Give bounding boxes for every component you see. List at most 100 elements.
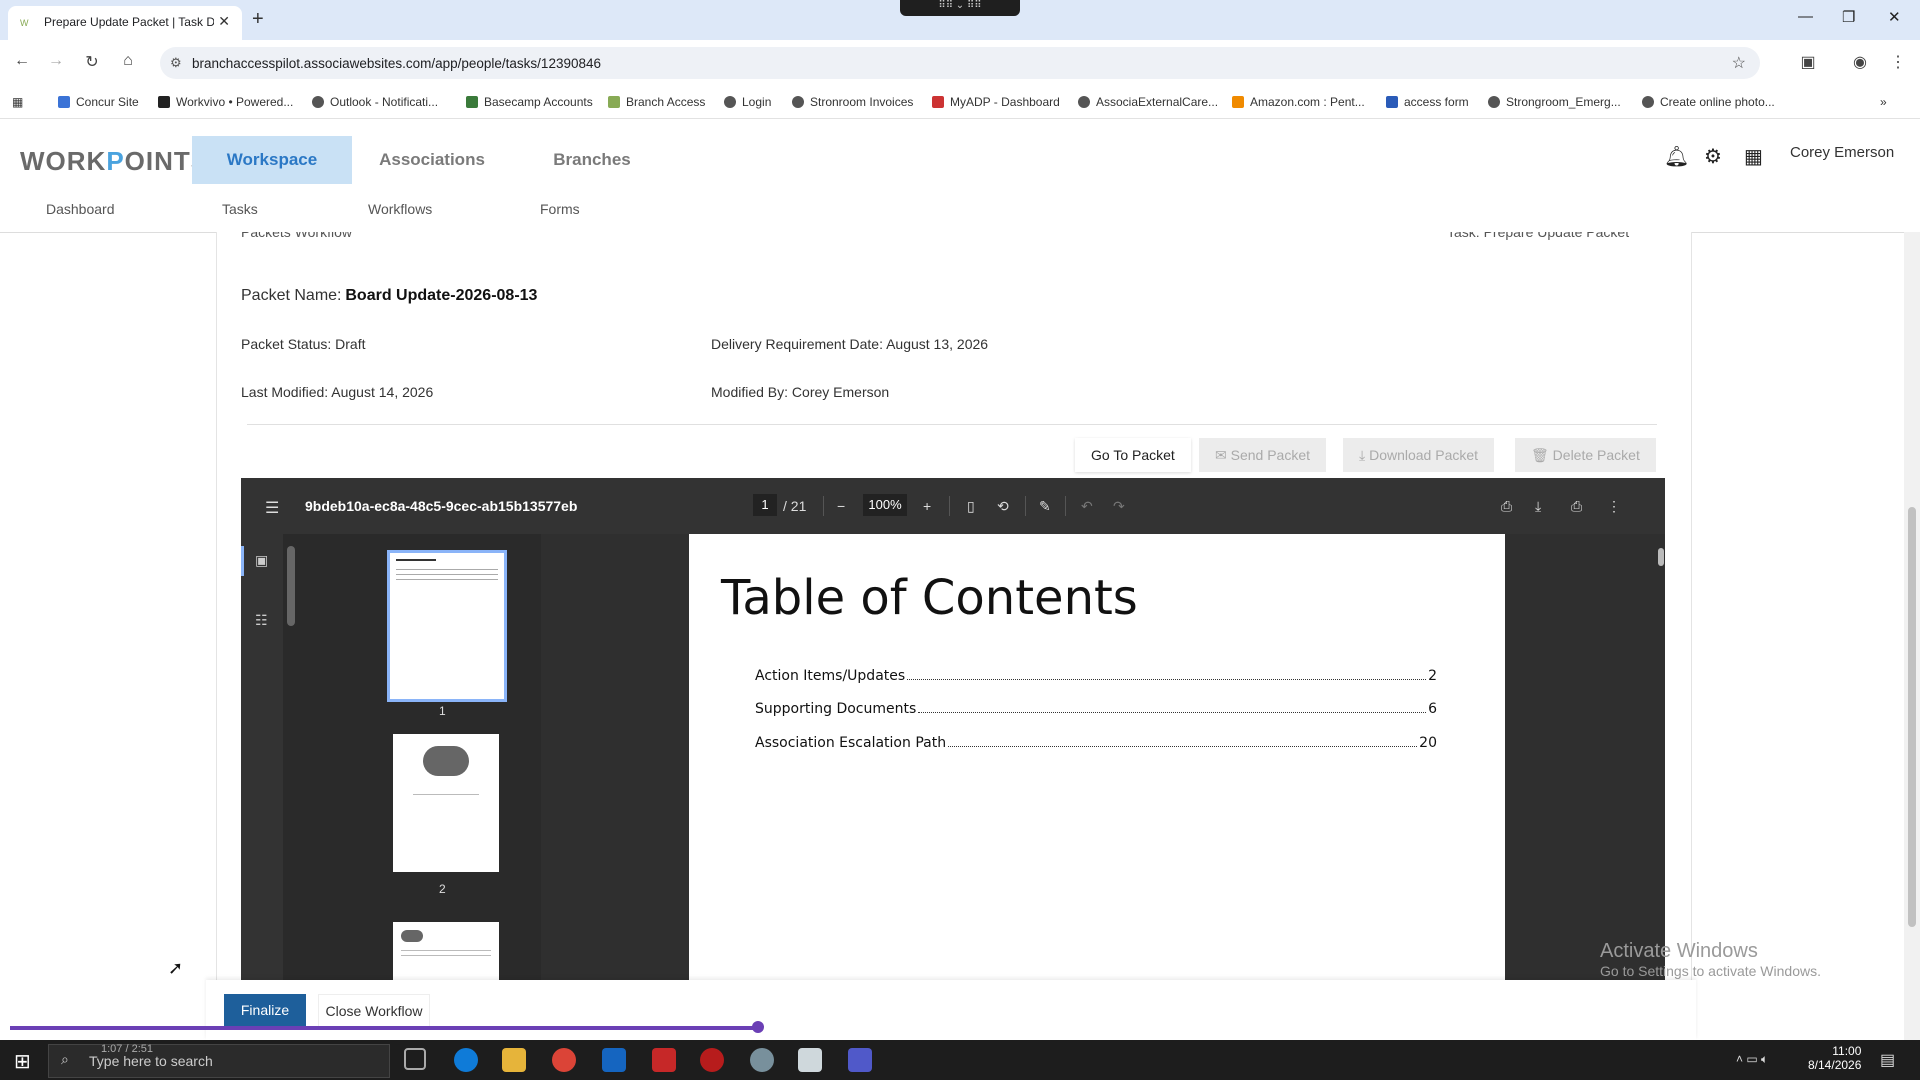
- taskbar-clock[interactable]: 11:00 8/14/2026: [1808, 1044, 1861, 1072]
- bookmark-item[interactable]: access form: [1386, 95, 1469, 109]
- app-icon[interactable]: [750, 1048, 774, 1072]
- close-tab-icon[interactable]: ✕: [218, 13, 230, 30]
- fit-page-icon[interactable]: ▯: [967, 498, 975, 515]
- more-bookmarks-icon[interactable]: »: [1880, 95, 1887, 109]
- pdf-filename: 9bdeb10a-ec8a-48c5-9cec-ab15b13577eb: [305, 498, 578, 514]
- download-icon[interactable]: ⤓: [1535, 498, 1541, 515]
- screen-recorder-handle[interactable]: ⠿⠿ ⌄ ⠿⠿: [900, 0, 1020, 16]
- redo-icon[interactable]: ↷: [1113, 498, 1125, 515]
- thumbnail-number: 1: [439, 704, 446, 718]
- new-tab-button[interactable]: +: [252, 8, 264, 31]
- finalize-button[interactable]: Finalize: [224, 994, 306, 1026]
- thumbnail-page[interactable]: [393, 922, 499, 980]
- thumbnail-page[interactable]: [393, 734, 499, 872]
- bookmark-item[interactable]: Concur Site: [58, 95, 139, 109]
- bookmark-item[interactable]: MyADP - Dashboard: [932, 95, 1060, 109]
- undo-icon[interactable]: ↶: [1081, 498, 1093, 515]
- edge-icon[interactable]: [454, 1048, 478, 1072]
- active-tab-indicator: [241, 546, 244, 576]
- rotate-icon[interactable]: ⟲: [997, 498, 1009, 515]
- apps-grid-icon[interactable]: ▦: [1744, 144, 1763, 169]
- subnav-workflows[interactable]: Workflows: [368, 201, 432, 217]
- bookmark-item[interactable]: Amazon.com : Pent...: [1232, 95, 1365, 109]
- reload-icon[interactable]: ↻: [80, 52, 104, 76]
- send-packet-button[interactable]: ✉ Send Packet: [1199, 438, 1327, 472]
- media-progress-bar[interactable]: [10, 1026, 760, 1030]
- page-scrollbar[interactable]: [1904, 232, 1920, 1040]
- download-packet-button[interactable]: ⤓ Download Packet: [1343, 438, 1495, 472]
- app-icon[interactable]: [700, 1048, 724, 1072]
- sidebar-menu-icon[interactable]: ☰: [265, 498, 279, 518]
- close-workflow-button[interactable]: Close Workflow: [318, 994, 430, 1028]
- profile-icon[interactable]: ◉: [1848, 52, 1872, 76]
- nav-branches[interactable]: Branches: [522, 136, 662, 184]
- cast-icon[interactable]: ▣: [1796, 52, 1820, 76]
- bookmark-item[interactable]: Stronroom Invoices: [792, 95, 913, 109]
- subnav-dashboard[interactable]: Dashboard: [46, 201, 115, 217]
- go-to-packet-button[interactable]: Go To Packet: [1075, 438, 1191, 472]
- apps-grid-icon[interactable]: ▦: [12, 95, 23, 109]
- site-info-icon[interactable]: ⚙: [170, 55, 182, 71]
- subnav-tasks[interactable]: Tasks: [222, 201, 258, 217]
- bookmark-item[interactable]: Create online photo...: [1642, 95, 1775, 109]
- app-icon[interactable]: [798, 1048, 822, 1072]
- nav-associations[interactable]: Associations: [362, 136, 502, 184]
- bookmark-item[interactable]: AssociaExternalCare...: [1078, 95, 1218, 109]
- user-name[interactable]: Corey Emerson: [1790, 144, 1894, 161]
- outlook-icon[interactable]: [602, 1048, 626, 1072]
- bookmark-item[interactable]: Branch Access: [608, 95, 705, 109]
- home-icon[interactable]: ⌂: [116, 52, 140, 76]
- thumbnails-icon[interactable]: ▣: [255, 552, 268, 569]
- bookmark-item[interactable]: Strongroom_Emerg...: [1488, 95, 1621, 109]
- taskbar-search-input[interactable]: ⌕ 1:07 / 2:51 Type here to search: [48, 1043, 390, 1078]
- thumbnail-page[interactable]: [387, 550, 507, 702]
- toc-entry[interactable]: Action Items/Updates 2: [755, 668, 1437, 684]
- zoom-level[interactable]: 100%: [863, 494, 907, 516]
- media-progress-knob[interactable]: [752, 1021, 764, 1033]
- subnav-forms[interactable]: Forms: [540, 201, 580, 217]
- url-text: branchaccesspilot.associawebsites.com/ap…: [192, 56, 602, 71]
- notifications-icon[interactable]: ▤: [1880, 1050, 1895, 1070]
- address-bar-row: ← → ↻ ⌂ ⚙ branchaccesspilot.associawebsi…: [0, 40, 1920, 86]
- close-window-icon[interactable]: ✕: [1888, 8, 1901, 26]
- delete-packet-button[interactable]: 🗑︎ Delete Packet: [1515, 438, 1656, 472]
- toc-entry[interactable]: Association Escalation Path 20: [755, 735, 1437, 751]
- bell-icon[interactable]: 🔔︎: [1664, 144, 1689, 169]
- thumbnail-number: 2: [439, 882, 446, 896]
- toc-entry[interactable]: Supporting Documents 6: [755, 701, 1437, 717]
- bookmark-star-icon[interactable]: ☆: [1732, 53, 1746, 73]
- bookmark-item[interactable]: Workvivo • Powered...: [158, 95, 293, 109]
- download-icon: ⤓: [1359, 447, 1370, 463]
- chrome-icon[interactable]: [552, 1048, 576, 1072]
- zoom-in-icon[interactable]: +: [923, 498, 931, 514]
- print-icon[interactable]: ⎙: [1571, 498, 1582, 515]
- menu-kebab-icon[interactable]: ⋮: [1886, 52, 1910, 76]
- activate-windows-watermark: Activate Windows Go to Settings to activ…: [1600, 940, 1821, 979]
- file-explorer-icon[interactable]: [502, 1048, 526, 1072]
- bookmark-item[interactable]: Login: [724, 95, 771, 109]
- restore-icon[interactable]: ❐: [1842, 8, 1855, 26]
- minimize-icon[interactable]: —: [1798, 8, 1813, 25]
- bookmark-item[interactable]: Basecamp Accounts: [466, 95, 593, 109]
- more-options-icon[interactable]: ⋮: [1607, 498, 1621, 515]
- annotate-icon[interactable]: ✎: [1039, 498, 1051, 515]
- gear-icon[interactable]: ⚙: [1704, 144, 1722, 169]
- outline-icon[interactable]: ☷: [255, 612, 268, 629]
- nav-workspace[interactable]: Workspace: [192, 136, 352, 184]
- zoom-out-icon[interactable]: −: [837, 498, 845, 514]
- page-number-input[interactable]: 1: [753, 494, 777, 516]
- teams-icon[interactable]: [848, 1048, 872, 1072]
- bookmark-item[interactable]: Outlook - Notificati...: [312, 95, 438, 109]
- url-input[interactable]: ⚙ branchaccesspilot.associawebsites.com/…: [160, 47, 1760, 79]
- forward-icon[interactable]: →: [44, 52, 68, 76]
- pdf-scrollbar[interactable]: [1657, 534, 1665, 980]
- system-tray-icons[interactable]: ˄ ▭ 🔈︎: [1736, 1052, 1768, 1067]
- browser-tab[interactable]: W Prepare Update Packet | Task D ✕: [8, 6, 242, 40]
- save-annotations-icon[interactable]: ⎙: [1501, 498, 1512, 515]
- thumbnail-scrollbar[interactable]: [287, 546, 295, 626]
- pdf-app-icon[interactable]: [652, 1048, 676, 1072]
- task-view-icon[interactable]: [404, 1048, 426, 1070]
- workflow-label: Packets Workflow: [241, 232, 352, 240]
- back-icon[interactable]: ←: [10, 52, 34, 76]
- windows-start-icon[interactable]: ⊞: [14, 1049, 31, 1074]
